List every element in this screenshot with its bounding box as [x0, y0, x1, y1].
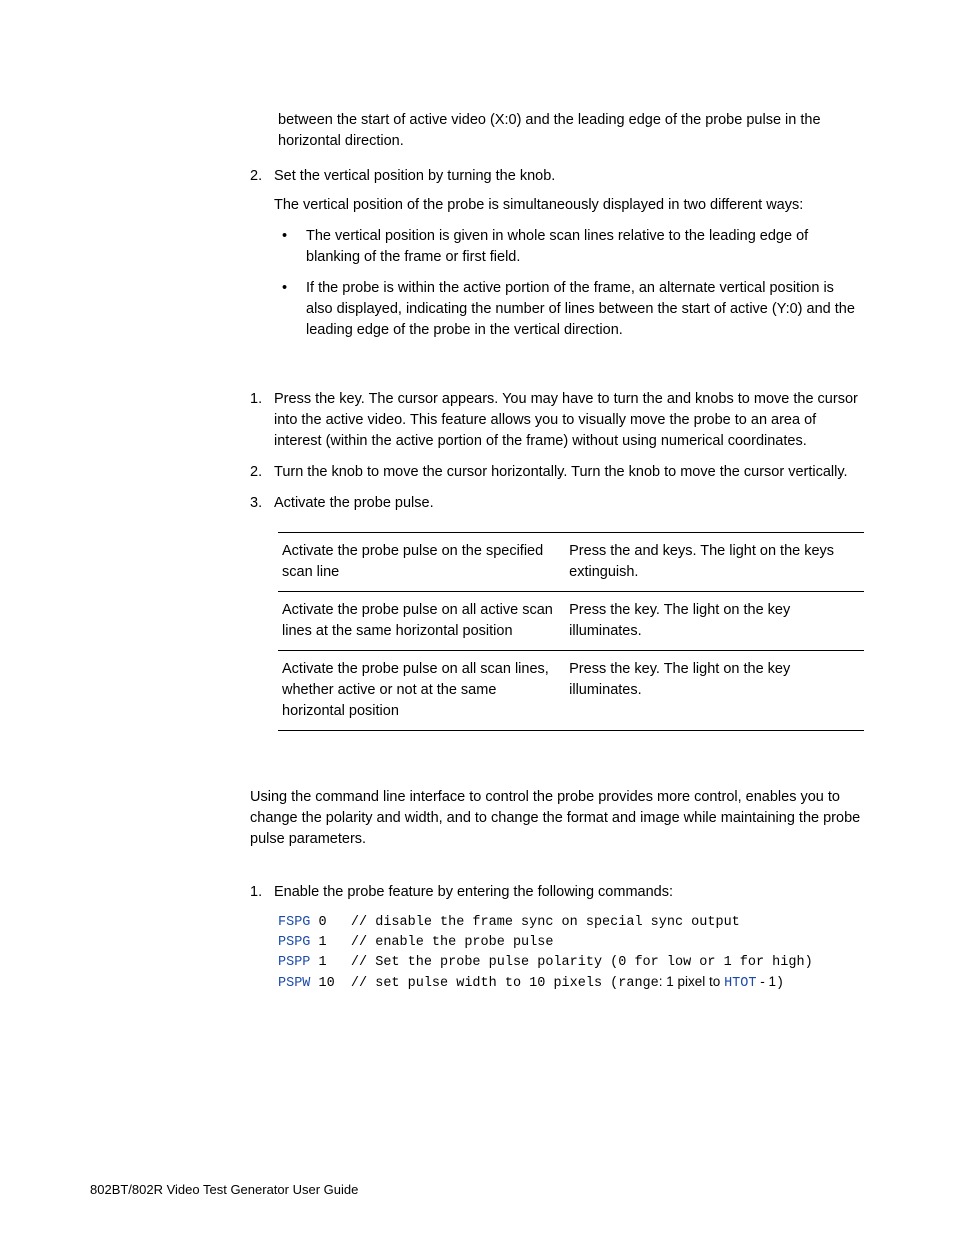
step-number: 2.	[250, 166, 274, 351]
proc2-step3: 3. Activate the probe pulse.	[250, 493, 864, 514]
r1c2b: and	[634, 543, 662, 559]
bullet-item: • If the probe is within the active port…	[274, 278, 864, 341]
code-cmd: PSPW	[278, 976, 310, 991]
r1c2a: Press the	[569, 543, 634, 559]
code-arg: 1 // Set the probe pulse polarity (0 for…	[310, 955, 812, 970]
step-number: 2.	[250, 462, 274, 483]
p2s2-b: knob to move the cursor horizontally. Tu…	[332, 464, 629, 480]
bullet-dot: •	[274, 278, 306, 341]
intro-paragraph: between the start of active video (X:0) …	[250, 110, 864, 152]
step-2: 2. Set the vertical position by turning …	[250, 166, 864, 351]
p2s2-a: Turn the	[274, 464, 332, 480]
cell-r3c1: Activate the probe pulse on all scan lin…	[278, 651, 565, 731]
cell-r2c2: Press the key. The light on the key illu…	[565, 592, 864, 651]
p2s1-b: key. The cursor appears. You may have to…	[339, 391, 667, 407]
code-arg-a: 10 // set pulse width to 10 pixels (rang…	[310, 976, 658, 991]
step-2-text-a: Set the vertical position by turning the	[274, 168, 520, 184]
step-number: 3.	[250, 493, 274, 514]
code-block: FSPG 0 // disable the frame sync on spec…	[278, 913, 864, 993]
code-cmd: PSPP	[278, 955, 310, 970]
cli-step1-text: Enable the probe feature by entering the…	[274, 882, 864, 903]
p2s2-c: knob to move the cursor vertically.	[629, 464, 848, 480]
code-arg-b: : 1 pixel to	[659, 974, 724, 989]
step-2-text-b: knob.	[520, 168, 555, 184]
bullet-item: • The vertical position is given in whol…	[274, 226, 864, 268]
bullet-1a: The vertical position	[306, 228, 439, 244]
r3c2a: Press the	[569, 661, 634, 677]
cli-step1: 1. Enable the probe feature by entering …	[250, 882, 864, 903]
p2s1-a: Press the	[274, 391, 339, 407]
cell-r2c1: Activate the probe pulse on all active s…	[278, 592, 565, 651]
table-row: Activate the probe pulse on the specifie…	[278, 533, 864, 592]
bullet-2a: If the probe is within the active portio…	[306, 280, 823, 296]
code-arg: 1 // enable the probe pulse	[310, 935, 553, 950]
p2s3-text: Activate the probe pulse.	[274, 493, 864, 514]
cli-paragraph: Using the command line interface to cont…	[250, 787, 864, 850]
proc2-step1: 1. Press the key. The cursor appears. Yo…	[250, 389, 864, 452]
r2c2a: Press the	[569, 602, 634, 618]
document-page: between the start of active video (X:0) …	[0, 0, 954, 1034]
step-number: 1.	[250, 882, 274, 903]
code-arg-d: )	[776, 976, 784, 991]
code-arg-c: - 1	[756, 974, 776, 989]
code-arg: 0 // disable the frame sync on special s…	[310, 915, 739, 930]
step-2-sub: The vertical position of the probe is si…	[274, 195, 864, 216]
code-ref-htot: HTOT	[724, 976, 756, 991]
cell-r1c1: Activate the probe pulse on the specifie…	[278, 533, 565, 592]
cell-r3c2: Press the key. The light on the key illu…	[565, 651, 864, 731]
cell-r1c2: Press the and keys. The light on the key…	[565, 533, 864, 592]
step-number: 1.	[250, 389, 274, 452]
proc2-step2: 2. Turn the knob to move the cursor hori…	[250, 462, 864, 483]
table-row: Activate the probe pulse on all active s…	[278, 592, 864, 651]
page-footer: 802BT/802R Video Test Generator User Gui…	[90, 1182, 358, 1197]
p2s1-c: and	[667, 391, 695, 407]
table-row: Activate the probe pulse on all scan lin…	[278, 651, 864, 731]
bullet-dot: •	[274, 226, 306, 268]
code-cmd: PSPG	[278, 935, 310, 950]
probe-table: Activate the probe pulse on the specifie…	[278, 532, 864, 731]
code-cmd: FSPG	[278, 915, 310, 930]
